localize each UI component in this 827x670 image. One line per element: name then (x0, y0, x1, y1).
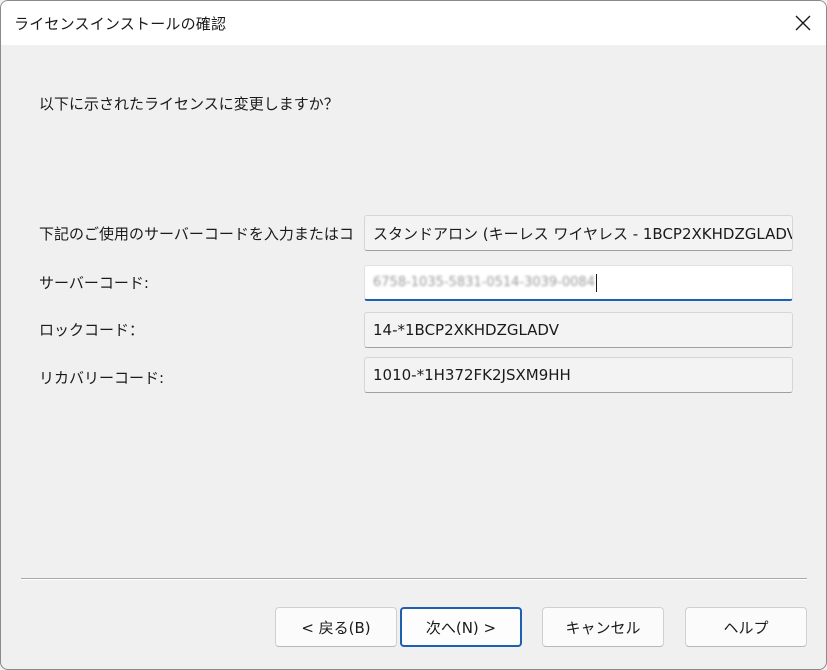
footer-separator (21, 578, 807, 580)
server-code-instruction-label: 下記のご使用のサーバーコードを入力またはコ (39, 225, 354, 243)
text-caret (595, 273, 597, 292)
title-bar: ライセンスインストールの確認 (1, 1, 826, 45)
recovery-code-field: 1010-*1H372FK2JSXM9HH (364, 357, 793, 393)
recovery-code-label: リカバリーコード: (39, 369, 165, 387)
lock-code-value: 14-*1BCP2XKHDZGLADV (373, 321, 559, 339)
recovery-code-value: 1010-*1H372FK2JSXM9HH (373, 366, 571, 384)
back-button[interactable]: < 戻る(B) (275, 607, 397, 647)
cancel-button[interactable]: キャンセル (542, 607, 664, 647)
close-button[interactable] (780, 1, 826, 45)
server-code-input[interactable]: 6758-1035-5831-0514-3039-0084 (364, 265, 793, 301)
lock-code-label: ロックコード： (39, 321, 145, 339)
server-code-value: 6758-1035-5831-0514-3039-0084 (373, 275, 595, 290)
server-code-label: サーバーコード: (39, 274, 149, 292)
license-type-field: スタンドアロン (キーレス ワイヤレス - 1BCP2XKHDZGLADV) (364, 215, 793, 251)
next-button[interactable]: 次へ(N) > (400, 607, 522, 647)
lock-code-field: 14-*1BCP2XKHDZGLADV (364, 312, 793, 348)
help-button[interactable]: ヘルプ (685, 607, 807, 647)
license-install-dialog: ライセンスインストールの確認 以下に示されたライセンスに変更しますか？ 下記のご… (0, 0, 827, 670)
window-title: ライセンスインストールの確認 (14, 15, 227, 33)
confirmation-prompt: 以下に示されたライセンスに変更しますか？ (39, 95, 339, 113)
license-type-value: スタンドアロン (キーレス ワイヤレス - 1BCP2XKHDZGLADV) (373, 224, 793, 243)
close-icon (795, 15, 811, 31)
